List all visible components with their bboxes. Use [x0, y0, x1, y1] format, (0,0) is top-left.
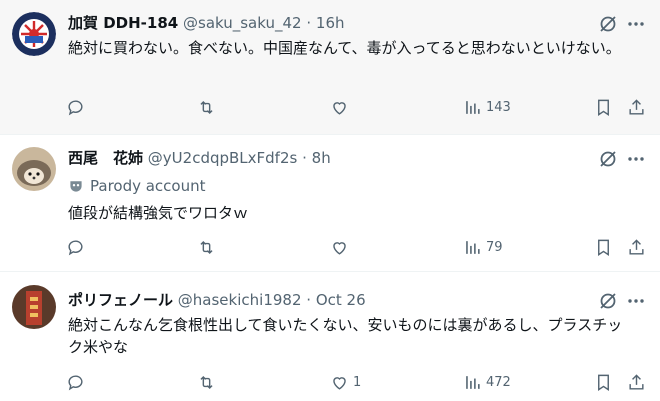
like-button[interactable]: [330, 97, 353, 117]
heart-icon: [333, 376, 346, 390]
user-handle[interactable]: @yU2cdqpBLxFdf2s: [148, 149, 298, 167]
view-count: 472: [486, 374, 511, 390]
views-button[interactable]: 143: [463, 97, 511, 117]
tweet[interactable]: 西尾 花姉 @yU2cdqpBLxFdf2s · 8h Parody accou…: [0, 135, 660, 272]
reply-button[interactable]: [66, 237, 85, 257]
avatar[interactable]: [12, 147, 56, 191]
bookmark-icon: [598, 374, 609, 391]
avatar[interactable]: [12, 12, 56, 56]
tweet-text: 絶対に買わない。食べない。中国産なんて、毒が入ってると思わないといけない。: [68, 39, 621, 57]
display-name[interactable]: ポリフェノール: [68, 291, 173, 309]
avatar[interactable]: [12, 285, 56, 329]
display-name[interactable]: 加賀 DDH-184: [68, 14, 178, 32]
views-icon: [466, 375, 480, 389]
heart-icon: [333, 241, 346, 255]
reply-icon: [68, 99, 83, 115]
view-count: 79: [486, 239, 503, 255]
share-icon: [629, 98, 644, 115]
retweet-icon: [200, 240, 213, 254]
retweet-button[interactable]: [197, 97, 216, 117]
tweet-text: 値段が結構強気でワロタｗ: [68, 204, 249, 222]
retweet-icon: [200, 375, 213, 389]
bookmark-button[interactable]: [594, 97, 613, 117]
retweet-button[interactable]: [197, 372, 216, 392]
reply-icon: [68, 239, 83, 255]
tweet-feed: 加賀 DDH-184 @saku_saku_42 · 16h 絶対に買わない。食…: [0, 0, 660, 401]
reply-icon: [68, 374, 83, 390]
share-button[interactable]: [627, 97, 646, 117]
views-button[interactable]: 472: [463, 372, 511, 392]
badge-label: Parody account: [90, 177, 206, 195]
tweet-text: 絶対こんなん乞食根性出して食いたくない、安いものには裏があるし、プラスチック米や…: [68, 316, 623, 356]
timestamp[interactable]: Oct 26: [316, 291, 366, 309]
heart-icon: [333, 101, 346, 115]
share-icon: [629, 238, 644, 255]
action-bar: 143: [0, 97, 660, 121]
reply-button[interactable]: [66, 372, 85, 392]
parody-badge: Parody account: [68, 176, 206, 196]
bookmark-icon: [598, 239, 609, 256]
share-button[interactable]: [627, 237, 646, 257]
mask-icon: [70, 181, 82, 192]
views-button[interactable]: 79: [463, 237, 503, 257]
views-icon: [466, 240, 480, 254]
grok-icon[interactable]: [598, 149, 618, 169]
more-icon[interactable]: [626, 14, 646, 34]
views-icon: [466, 100, 480, 114]
separator: ·: [306, 291, 312, 309]
user-handle[interactable]: @hasekichi1982: [178, 291, 302, 309]
more-icon[interactable]: [626, 149, 646, 169]
bookmark-icon: [598, 99, 609, 116]
separator: ·: [306, 14, 312, 32]
more-icon[interactable]: [626, 291, 646, 311]
separator: ·: [302, 149, 307, 167]
share-button[interactable]: [627, 372, 646, 392]
reply-button[interactable]: [66, 97, 85, 117]
tweet-header: 加賀 DDH-184 @saku_saku_42 · 16h: [68, 12, 600, 34]
tweet-header: 西尾 花姉 @yU2cdqpBLxFdf2s · 8h: [68, 147, 600, 169]
grok-icon[interactable]: [598, 14, 618, 34]
like-count: 1: [353, 374, 362, 390]
tweet-header: ポリフェノール @hasekichi1982 · Oct 26: [68, 289, 600, 311]
share-icon: [629, 373, 644, 390]
grok-icon[interactable]: [598, 291, 618, 311]
view-count: 143: [486, 99, 511, 115]
bookmark-button[interactable]: [594, 237, 613, 257]
user-handle[interactable]: @saku_saku_42: [183, 14, 302, 32]
timestamp[interactable]: 16h: [316, 14, 345, 32]
tweet[interactable]: ポリフェノール @hasekichi1982 · Oct 26 絶対こんなん乞食…: [0, 272, 660, 401]
like-button[interactable]: [330, 237, 353, 257]
display-name[interactable]: 西尾 花姉: [68, 149, 143, 167]
timestamp[interactable]: 8h: [312, 149, 331, 167]
bookmark-button[interactable]: [594, 372, 613, 392]
tweet[interactable]: 加賀 DDH-184 @saku_saku_42 · 16h 絶対に買わない。食…: [0, 0, 660, 135]
action-bar: 1 472: [0, 372, 660, 396]
action-bar: 79: [0, 237, 660, 261]
retweet-icon: [200, 100, 213, 114]
retweet-button[interactable]: [197, 237, 216, 257]
like-button[interactable]: 1: [330, 372, 361, 392]
